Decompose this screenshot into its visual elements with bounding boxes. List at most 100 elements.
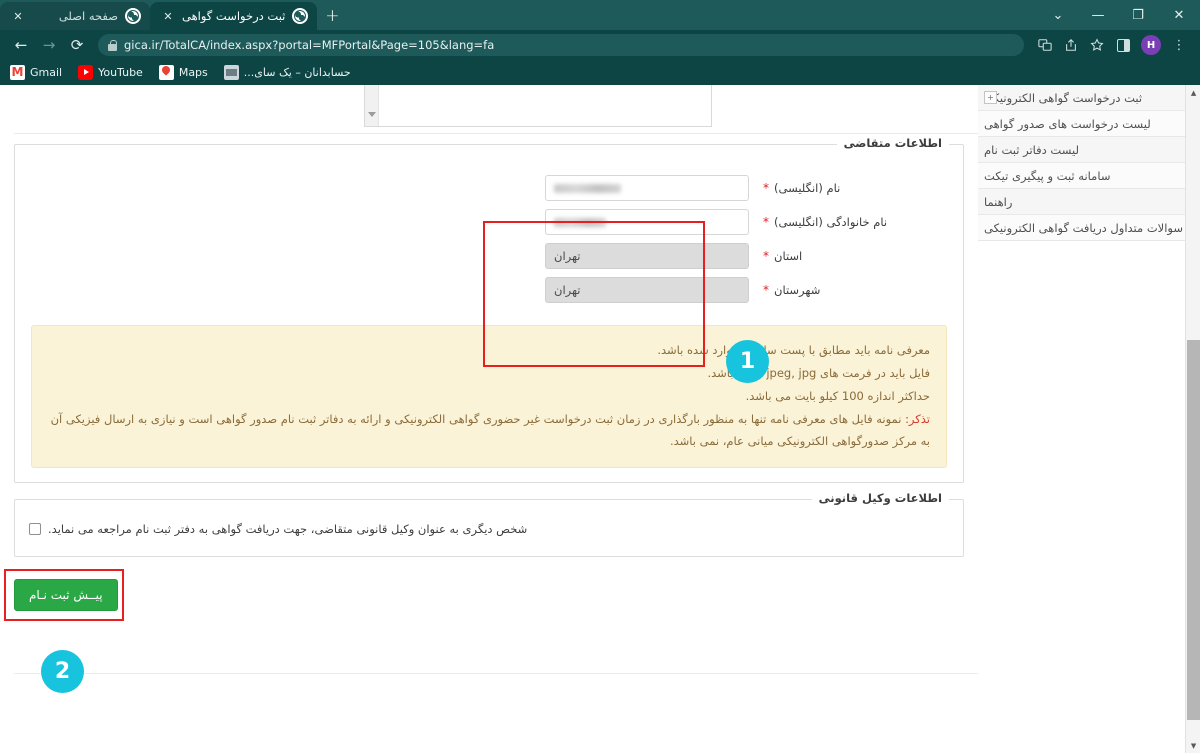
close-icon[interactable]: ✕ [161,9,175,23]
browser-tab-certificate-request[interactable]: ثبت درخواست گواهی ✕ [150,2,318,30]
field-label: شهرستان * [749,283,963,297]
reload-icon[interactable]: ⟳ [64,32,90,58]
youtube-icon [78,65,94,80]
scroll-down-icon[interactable]: ▼ [1186,738,1200,753]
first-name-en-input[interactable] [545,175,749,201]
tab-title: ثبت درخواست گواهی [182,9,286,23]
bookmark-gmail[interactable]: Gmail [10,65,62,80]
annotation-badge-1: 1 [726,340,769,383]
field-wrapper [545,209,749,235]
expand-plus-icon[interactable]: + [984,91,997,104]
upload-requirements-notice: معرفی نامه باید مطابق با پست سازمانی وار… [31,325,947,468]
section-legend: اطلاعات وکیل قانونی [811,491,949,505]
legal-agent-checkbox-row[interactable]: شخص دیگری به عنوان وکیل قانونی متقاضی، ج… [15,522,963,536]
submit-area: پیــش ثبت نـام [0,569,978,621]
bookmark-label: Gmail [30,66,63,79]
form-row-first-name-en: نام (انگلیسی) * [15,171,963,205]
bookmark-hesabdanan[interactable]: حسابدانان – یک سای... [223,65,351,80]
globe-icon [292,8,309,24]
address-bar[interactable]: gica.ir/TotalCA/index.aspx?portal=MFPort… [98,34,1024,56]
form-row-city: شهرستان * تهران [15,273,963,307]
label-text: نام خانوادگی (انگلیسی) [774,215,888,229]
sidebar-item-label: لیست درخواست های صدور گواهی [984,116,1151,131]
sidebar-item-faq[interactable]: سوالات متداول دریافت گواهی الکترونیکی [978,215,1185,241]
label-text: استان [774,249,803,263]
bookmark-label: حسابدانان – یک سای... [243,66,351,79]
site-sidebar-nav: + ثبت درخواست گواهی الکترونیکی لیست درخو… [978,85,1185,241]
main-content: ۰۵ ـ ۹۹ ۹۹ ۹۹ اطلاعات متقاضی نام (انگلیس… [0,85,978,753]
back-icon[interactable]: ← [8,32,34,58]
divider [14,673,978,674]
chevron-down-icon[interactable]: ⌄ [1038,0,1078,30]
notice-line-1: معرفی نامه باید مطابق با پست سازمانی وار… [657,343,930,357]
redacted-value [554,183,621,193]
form-row-last-name-en: نام خانوادگی (انگلیسی) * [15,205,963,239]
window-controls: ⌄ — ❐ ✕ [1038,0,1200,30]
notice-warning-tag: تذکر: [905,412,930,426]
globe-icon [125,8,141,24]
applicant-information-section: اطلاعات متقاضی نام (انگلیسی) * نام خانوا… [14,136,964,483]
browser-tabstrip-bar: صفحه اصلی ✕ ثبت درخواست گواهی ✕ + ⌄ — ❐ … [0,0,1200,30]
bookmark-youtube[interactable]: YouTube [78,65,143,80]
bookmarks-bar: Gmail YouTube Maps حسابدانان – یک سای... [0,60,1200,85]
gmail-icon [10,65,25,80]
required-asterisk: * [763,249,769,263]
notice-line-3: حداکثر اندازه 100 کیلو بایت می باشد. [745,389,930,403]
province-input[interactable]: تهران [545,243,749,269]
description-textarea[interactable] [364,85,712,127]
top-partial-section: ۰۵ ـ ۹۹ ۹۹ ۹۹ [0,85,978,136]
textarea-scroll-grip[interactable] [365,85,379,126]
sidebar-item-register-certificate-request[interactable]: + ثبت درخواست گواهی الکترونیکی [978,85,1185,111]
notice-line-4: تذکر: نمونه فایل های معرفی نامه تنها به … [48,408,930,452]
browser-window: صفحه اصلی ✕ ثبت درخواست گواهی ✕ + ⌄ — ❐ … [0,0,1200,753]
last-name-en-input[interactable] [545,209,749,235]
field-wrapper: تهران [545,277,749,303]
required-asterisk: * [763,215,769,229]
sidebar-item-offices-list[interactable]: لیست دفاتر ثبت نام [978,137,1185,163]
browser-tab-home[interactable]: صفحه اصلی ✕ [0,2,150,30]
page-scrollbar[interactable]: ▲ ▼ [1185,85,1200,753]
legal-agent-checkbox[interactable] [29,523,41,535]
field-label: نام (انگلیسی) * [749,181,963,195]
avatar[interactable]: H [1141,35,1161,55]
close-window-icon[interactable]: ✕ [1158,0,1200,30]
sidebar-item-guide[interactable]: راهنما [978,189,1185,215]
sidebar-item-label: لیست دفاتر ثبت نام [984,142,1079,157]
maximize-icon[interactable]: ❐ [1118,0,1158,30]
sidebar-item-ticket-system[interactable]: سامانه ثبت و پیگیری تیکت [978,163,1185,189]
redacted-value [554,217,606,227]
browser-tabstrip: صفحه اصلی ✕ ثبت درخواست گواهی ✕ + [0,0,347,30]
city-input[interactable]: تهران [545,277,749,303]
url-text: gica.ir/TotalCA/index.aspx?portal=MFPort… [124,38,495,52]
browser-navigation-bar: ← → ⟳ gica.ir/TotalCA/index.aspx?portal=… [0,30,1200,60]
page-viewport: ▲ ▼ + ثبت درخواست گواهی الکترونیکی لیست … [0,85,1200,753]
share-icon[interactable] [1058,32,1084,58]
new-tab-button[interactable]: + [317,2,347,30]
divider [14,133,978,134]
scrollbar-thumb[interactable] [1187,340,1200,720]
close-icon[interactable]: ✕ [11,9,25,23]
translate-icon[interactable] [1032,32,1058,58]
side-panel-icon[interactable] [1110,32,1136,58]
bookmark-maps[interactable]: Maps [158,65,208,80]
field-label: استان * [749,249,963,263]
cut-off-text: ۰۵ ـ ۹۹ ۹۹ ۹۹ [895,85,960,94]
bookmark-label: YouTube [98,66,143,79]
field-label: نام خانوادگی (انگلیسی) * [749,215,963,229]
sidebar-item-request-list[interactable]: لیست درخواست های صدور گواهی [978,111,1185,137]
field-wrapper [545,175,749,201]
maps-icon [158,65,174,80]
section-legend: اطلاعات متقاضی [836,136,949,150]
bookmark-label: Maps [178,66,208,79]
sidebar-item-label: راهنما [984,194,1013,209]
forward-icon[interactable]: → [36,32,62,58]
label-text: نام (انگلیسی) [774,181,841,195]
minimize-icon[interactable]: — [1078,0,1118,30]
browser-menu-icon[interactable]: ⋮ [1166,32,1192,58]
omnibox-actions: H ⋮ [1032,32,1192,58]
sidebar-item-label: سوالات متداول دریافت گواهی الکترونیکی [984,220,1184,235]
pre-register-button[interactable]: پیــش ثبت نـام [14,579,118,611]
notice-line-2: فایل باید در فرمت های png, jpeg, jpg باش… [707,366,930,380]
star-icon[interactable] [1084,32,1110,58]
scroll-up-icon[interactable]: ▲ [1186,85,1200,100]
